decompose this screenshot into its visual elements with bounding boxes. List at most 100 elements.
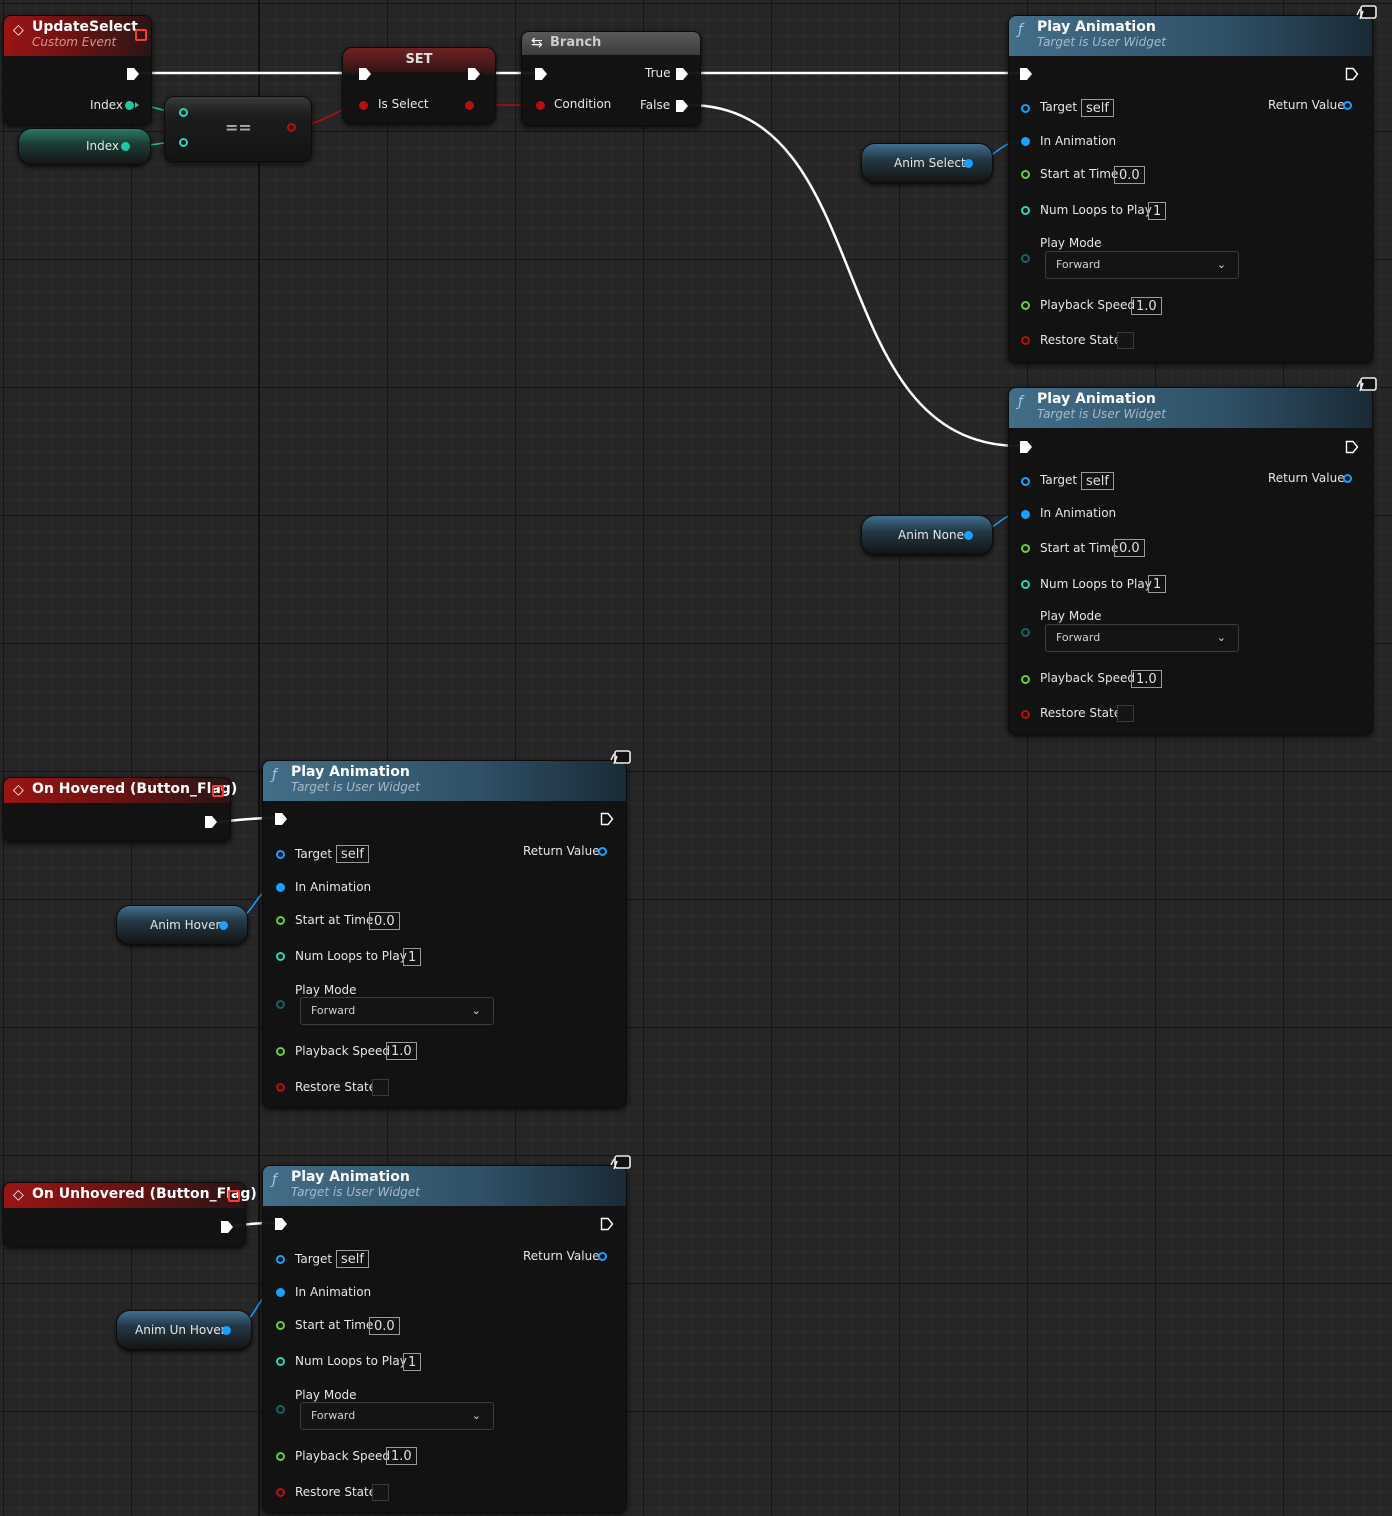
set-variable-node[interactable]: SET Is Select bbox=[342, 47, 496, 124]
target-value[interactable]: self bbox=[1081, 99, 1114, 117]
return-value-pin[interactable] bbox=[598, 847, 607, 856]
play-animation-node-select[interactable]: ƒ Play Animation Target is User Widget T… bbox=[1008, 5, 1377, 363]
true-exec-pin[interactable] bbox=[675, 67, 689, 81]
on-unhovered-event-node[interactable]: ◇ On Unhovered (Button_Flag) bbox=[3, 1182, 257, 1247]
exec-in-pin[interactable] bbox=[1019, 440, 1033, 454]
play-mode-pin[interactable] bbox=[276, 1405, 285, 1414]
target-pin[interactable] bbox=[276, 1255, 285, 1264]
anim-select-variable-node[interactable]: Anim Select bbox=[861, 143, 993, 183]
in-animation-pin[interactable] bbox=[276, 1288, 285, 1297]
index-variable-pin[interactable] bbox=[121, 142, 130, 151]
exec-in-pin[interactable] bbox=[274, 1217, 288, 1231]
playback-speed-input[interactable]: 1.0 bbox=[1131, 297, 1162, 315]
play-animation-node-none[interactable]: ƒ Play Animation Target is User Widget T… bbox=[1008, 377, 1377, 735]
anim-hover-variable-node[interactable]: Anim Hover bbox=[116, 905, 248, 945]
anim-unhover-variable-node[interactable]: Anim Un Hover bbox=[116, 1310, 252, 1350]
close-icon[interactable] bbox=[135, 29, 147, 41]
close-icon[interactable] bbox=[212, 785, 224, 797]
target-value[interactable]: self bbox=[1081, 472, 1114, 490]
target-value[interactable]: self bbox=[336, 1250, 369, 1268]
play-mode-pin[interactable] bbox=[276, 1000, 285, 1009]
exec-out-pin[interactable] bbox=[204, 815, 218, 829]
exec-in-pin[interactable] bbox=[358, 67, 372, 81]
condition-pin[interactable] bbox=[536, 101, 545, 110]
playback-speed-input[interactable]: 1.0 bbox=[386, 1447, 417, 1465]
playback-speed-pin[interactable] bbox=[1021, 675, 1030, 684]
exec-out-pin[interactable] bbox=[1345, 67, 1359, 81]
restore-state-pin[interactable] bbox=[1021, 710, 1030, 719]
exec-out-pin[interactable] bbox=[600, 812, 614, 826]
anim-unhover-pin[interactable] bbox=[222, 1326, 231, 1335]
index-output-pin[interactable] bbox=[125, 101, 134, 110]
restore-state-checkbox[interactable] bbox=[372, 1079, 389, 1096]
equal-input-b-pin[interactable] bbox=[179, 138, 188, 147]
equal-output-pin[interactable] bbox=[287, 123, 296, 132]
target-pin[interactable] bbox=[1021, 477, 1030, 486]
index-variable-node[interactable]: Index bbox=[18, 128, 151, 165]
in-animation-pin[interactable] bbox=[276, 883, 285, 892]
target-pin[interactable] bbox=[1021, 104, 1030, 113]
play-mode-dropdown[interactable]: Forward ⌄ bbox=[1045, 251, 1239, 279]
start-at-time-pin[interactable] bbox=[1021, 170, 1030, 179]
exec-out-pin[interactable] bbox=[467, 67, 481, 81]
playback-speed-input[interactable]: 1.0 bbox=[1131, 670, 1162, 688]
exec-in-pin[interactable] bbox=[274, 812, 288, 826]
equal-input-a-pin[interactable] bbox=[179, 108, 188, 117]
in-animation-pin[interactable] bbox=[1021, 510, 1030, 519]
close-icon[interactable] bbox=[228, 1190, 240, 1202]
start-at-time-input[interactable]: 0.0 bbox=[369, 1317, 400, 1335]
playback-speed-input[interactable]: 1.0 bbox=[386, 1042, 417, 1060]
exec-out-pin[interactable] bbox=[126, 67, 140, 81]
return-value-pin[interactable] bbox=[598, 1252, 607, 1261]
exec-out-pin[interactable] bbox=[1345, 440, 1359, 454]
play-mode-dropdown[interactable]: Forward ⌄ bbox=[300, 997, 494, 1025]
is-select-output-pin[interactable] bbox=[465, 101, 474, 110]
start-at-time-pin[interactable] bbox=[276, 916, 285, 925]
play-mode-dropdown[interactable]: Forward ⌄ bbox=[1045, 624, 1239, 652]
false-exec-pin[interactable] bbox=[675, 99, 689, 113]
num-loops-pin[interactable] bbox=[1021, 206, 1030, 215]
on-hovered-event-node[interactable]: ◇ On Hovered (Button_Flag) bbox=[3, 777, 237, 842]
playback-speed-pin[interactable] bbox=[276, 1452, 285, 1461]
exec-out-pin[interactable] bbox=[220, 1220, 234, 1234]
start-at-time-pin[interactable] bbox=[1021, 544, 1030, 553]
play-mode-dropdown[interactable]: Forward ⌄ bbox=[300, 1402, 494, 1430]
restore-state-checkbox[interactable] bbox=[1117, 705, 1134, 722]
restore-state-pin[interactable] bbox=[276, 1488, 285, 1497]
num-loops-input[interactable]: 1 bbox=[1148, 575, 1167, 593]
restore-state-pin[interactable] bbox=[276, 1083, 285, 1092]
playback-speed-pin[interactable] bbox=[276, 1047, 285, 1056]
update-select-event-node[interactable]: ◇ UpdateSelect Custom Event Index bbox=[3, 15, 152, 125]
play-mode-pin[interactable] bbox=[1021, 628, 1030, 637]
start-at-time-input[interactable]: 0.0 bbox=[1114, 166, 1145, 184]
restore-state-checkbox[interactable] bbox=[372, 1484, 389, 1501]
num-loops-input[interactable]: 1 bbox=[403, 1353, 422, 1371]
start-at-time-input[interactable]: 0.0 bbox=[369, 912, 400, 930]
exec-in-pin[interactable] bbox=[1019, 67, 1033, 81]
restore-state-pin[interactable] bbox=[1021, 336, 1030, 345]
num-loops-pin[interactable] bbox=[276, 1357, 285, 1366]
is-select-input-pin[interactable] bbox=[359, 101, 368, 110]
equal-compare-node[interactable]: == bbox=[164, 96, 312, 162]
playback-speed-pin[interactable] bbox=[1021, 301, 1030, 310]
num-loops-pin[interactable] bbox=[276, 952, 285, 961]
num-loops-pin[interactable] bbox=[1021, 580, 1030, 589]
anim-none-variable-node[interactable]: Anim None bbox=[861, 515, 993, 555]
anim-select-pin[interactable] bbox=[964, 159, 973, 168]
num-loops-input[interactable]: 1 bbox=[403, 948, 422, 966]
restore-state-checkbox[interactable] bbox=[1117, 332, 1134, 349]
start-at-time-input[interactable]: 0.0 bbox=[1114, 539, 1145, 557]
anim-hover-pin[interactable] bbox=[219, 921, 228, 930]
target-pin[interactable] bbox=[276, 850, 285, 859]
return-value-pin[interactable] bbox=[1343, 101, 1352, 110]
play-animation-node-hover[interactable]: ƒ Play Animation Target is User Widget T… bbox=[262, 750, 631, 1108]
target-value[interactable]: self bbox=[336, 845, 369, 863]
return-value-pin[interactable] bbox=[1343, 474, 1352, 483]
start-at-time-pin[interactable] bbox=[276, 1321, 285, 1330]
in-animation-pin[interactable] bbox=[1021, 137, 1030, 146]
anim-none-pin[interactable] bbox=[964, 531, 973, 540]
num-loops-input[interactable]: 1 bbox=[1148, 202, 1167, 220]
exec-in-pin[interactable] bbox=[534, 67, 548, 81]
play-animation-node-unhover[interactable]: ƒ Play Animation Target is User Widget T… bbox=[262, 1155, 631, 1513]
exec-out-pin[interactable] bbox=[600, 1217, 614, 1231]
